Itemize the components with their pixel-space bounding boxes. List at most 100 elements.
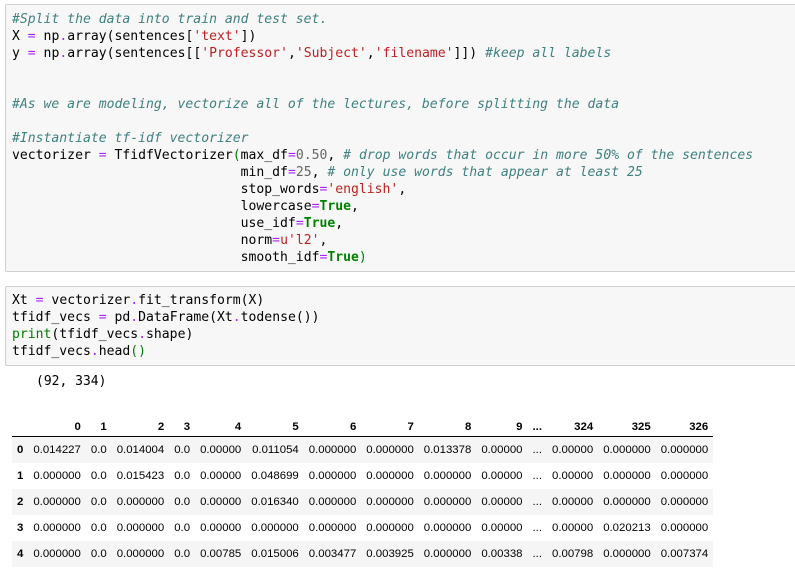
row-index: 4	[17, 547, 24, 560]
table-cell: 0.00000	[552, 443, 594, 456]
table-row: 0 0.014227 0.0 0.014004 0.0 0.00000 0.01…	[12, 436, 714, 463]
column-header: 3	[169, 418, 196, 437]
cell-output-stdout: (92, 334)	[36, 374, 107, 389]
table-cell: 0.000000	[423, 495, 472, 508]
table-cell: 0.000000	[603, 443, 651, 456]
dataframe-header-row: 0 1 2 3 4 5 6 7 8 9 ... 324 325 326	[12, 418, 714, 437]
code-cell-fit-transform[interactable]: Xt = vectorizer.fit_transform(X) tfidf_v…	[5, 286, 795, 366]
table-cell: 0.00000	[481, 495, 523, 508]
table-cell: 0.000000	[366, 521, 414, 534]
table-row: 4 0.000000 0.0 0.000000 0.0 0.00785 0.01…	[12, 540, 714, 567]
code-comment: #Split the data into train and test set.	[12, 12, 328, 27]
table-cell: 0.00000	[200, 469, 242, 482]
column-header: 4	[195, 418, 247, 437]
table-cell: 0.0	[90, 495, 107, 508]
table-cell: 0.000000	[308, 495, 357, 508]
table-cell: 0.000000	[603, 469, 651, 482]
table-row: 1 0.000000 0.0 0.015423 0.0 0.00000 0.04…	[12, 463, 713, 489]
row-index: 3	[17, 521, 24, 534]
table-cell: ...	[532, 443, 543, 456]
table-cell: 0.000000	[33, 547, 81, 560]
column-header: 6	[303, 418, 362, 437]
table-cell: 0.000000	[660, 521, 709, 534]
column-header: 325	[598, 418, 656, 437]
table-cell: 0.000000	[423, 521, 472, 534]
column-header: ...	[527, 418, 547, 437]
table-cell: 0.007374	[660, 547, 709, 560]
table-cell: 0.0	[90, 547, 107, 560]
table-cell: 0.0	[174, 495, 191, 508]
table-cell: 0.00000	[200, 443, 242, 456]
table-cell: 0.000000	[603, 495, 651, 508]
table-cell: 0.00785	[200, 547, 242, 560]
table-cell: 0.016340	[251, 495, 299, 508]
table-cell: 0.000000	[251, 521, 299, 534]
table-cell: 0.015006	[251, 547, 299, 560]
table-cell: 0.000000	[660, 495, 709, 508]
row-index: 0	[17, 443, 24, 456]
table-cell: 0.00000	[481, 469, 523, 482]
code-comment: #As we are modeling, vectorize all of th…	[12, 97, 619, 112]
column-header: 7	[361, 418, 419, 437]
column-header: 326	[655, 418, 714, 437]
table-cell: 0.000000	[33, 521, 81, 534]
dataframe-output: 0 1 2 3 4 5 6 7 8 9 ... 324 325 326 0 0.…	[12, 418, 714, 567]
column-header: 1	[85, 418, 112, 437]
table-cell: 0.00000	[481, 521, 523, 534]
table-cell: 0.00000	[552, 469, 594, 482]
table-cell: 0.000000	[33, 495, 81, 508]
table-cell: 0.003925	[366, 547, 414, 560]
table-cell: 0.0	[90, 521, 107, 534]
column-header: 9	[476, 418, 528, 437]
table-cell: 0.00000	[552, 521, 594, 534]
table-cell: ...	[532, 469, 543, 482]
table-row: 2 0.000000 0.0 0.000000 0.0 0.00000 0.01…	[12, 488, 714, 515]
table-cell: 0.0	[90, 443, 107, 456]
table-cell: 0.000000	[423, 469, 472, 482]
table-cell: 0.000000	[366, 495, 414, 508]
column-header: 2	[111, 418, 170, 437]
table-cell: 0.000000	[308, 443, 357, 456]
table-cell: ...	[532, 547, 543, 560]
code-editor[interactable]: Xt = vectorizer.fit_transform(X) tfidf_v…	[6, 287, 795, 360]
table-cell: 0.020213	[603, 521, 651, 534]
table-cell: 0.00000	[200, 521, 242, 534]
column-header	[12, 418, 29, 437]
table-cell: 0.013378	[423, 443, 472, 456]
table-cell: 0.000000	[33, 469, 81, 482]
table-cell: 0.000000	[366, 443, 414, 456]
table-cell: 0.000000	[660, 443, 709, 456]
table-cell: 0.011054	[252, 443, 299, 456]
table-cell: 0.014227	[33, 443, 81, 456]
table-cell: 0.0	[174, 469, 191, 482]
column-header: 0	[28, 418, 86, 437]
code-editor[interactable]: #Split the data into train and test set.…	[6, 5, 795, 266]
table-cell: 0.000000	[116, 495, 165, 508]
row-index: 1	[17, 469, 24, 482]
table-cell: 0.014004	[116, 443, 165, 456]
table-cell: 0.00798	[552, 547, 594, 560]
table-cell: 0.0	[90, 469, 107, 482]
table-row: 3 0.000000 0.0 0.000000 0.0 0.00000 0.00…	[12, 515, 713, 541]
table-cell: 0.00000	[481, 443, 523, 456]
table-cell: 0.003477	[308, 547, 357, 560]
code-cell-split-vectorize[interactable]: #Split the data into train and test set.…	[5, 4, 795, 272]
table-cell: 0.0	[174, 547, 191, 560]
table-cell: 0.0	[174, 443, 191, 456]
code-comment: #Instantiate tf-idf vectorizer	[12, 131, 249, 146]
table-cell: 0.048699	[251, 469, 299, 482]
table-cell: 0.000000	[423, 547, 472, 560]
table-cell: 0.0	[174, 521, 191, 534]
table-cell: ...	[532, 521, 543, 534]
table-cell: 0.000000	[308, 469, 357, 482]
column-header: 8	[418, 418, 477, 437]
table-cell: 0.015423	[116, 469, 165, 482]
table-cell: 0.00000	[200, 495, 242, 508]
table-cell: 0.000000	[116, 521, 165, 534]
table-cell: 0.000000	[603, 547, 651, 560]
table-cell: 0.000000	[366, 469, 414, 482]
column-header: 324	[547, 418, 599, 437]
row-index: 2	[17, 495, 24, 508]
column-header: 5	[246, 418, 304, 437]
table-cell: 0.00000	[552, 495, 594, 508]
